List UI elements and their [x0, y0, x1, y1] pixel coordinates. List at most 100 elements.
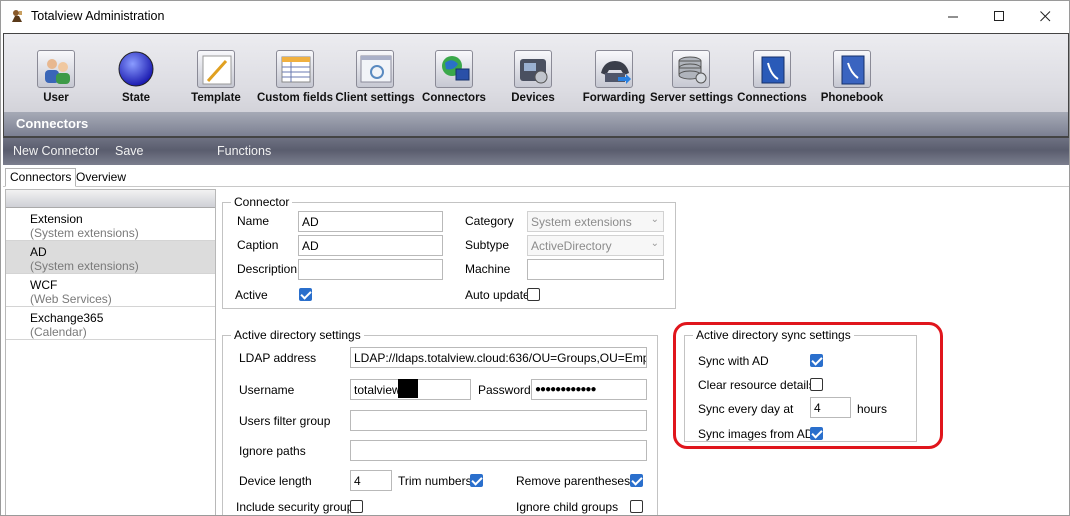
ignore-child-label: Ignore child groups: [516, 500, 619, 514]
connector-name: Extension: [30, 212, 83, 226]
connectors-icon: [435, 50, 473, 88]
server-settings-icon: [672, 50, 710, 88]
toolbar-phonebook-label: Phonebook: [820, 92, 884, 104]
list-header: [6, 190, 215, 208]
subtype-select[interactable]: ActiveDirectory ⌄: [527, 235, 664, 256]
connector-type: (Web Services): [30, 292, 112, 306]
ldap-label: LDAP address: [239, 351, 317, 365]
toolbar-user-label: User: [43, 92, 69, 104]
connector-group-title: Connector: [231, 195, 293, 209]
list-item[interactable]: AD (System extensions): [6, 241, 215, 274]
list-item[interactable]: Exchange365 (Calendar): [6, 307, 215, 340]
toolbar-template-button[interactable]: Template: [186, 48, 246, 110]
tab-overview[interactable]: Overview: [71, 168, 131, 187]
name-field[interactable]: AD: [298, 211, 443, 232]
caption-label: Caption: [237, 238, 279, 252]
new-connector-menu-item[interactable]: New Connector: [13, 144, 99, 158]
toolbar-server-settings-label: Server settings: [650, 92, 734, 104]
toolbar-connectors-button[interactable]: Connectors: [419, 48, 489, 110]
close-button[interactable]: [1022, 1, 1068, 32]
category-select[interactable]: System extensions ⌄: [527, 211, 664, 232]
include-security-label: Include security groups: [236, 500, 360, 514]
toolbar-client-settings-button[interactable]: Client settings: [334, 48, 416, 110]
toolbar-template-label: Template: [191, 92, 241, 104]
category-label: Category: [465, 214, 514, 228]
ignore-paths-label: Ignore paths: [239, 444, 306, 458]
list-item[interactable]: WCF (Web Services): [6, 274, 215, 307]
toolbar-forwarding-label: Forwarding: [582, 92, 646, 104]
ldap-address-field[interactable]: LDAP://ldaps.totalview.cloud:636/OU=Grou…: [350, 347, 647, 368]
toolbar-connections-button[interactable]: Connections: [736, 48, 808, 110]
save-menu-item[interactable]: Save: [115, 144, 144, 158]
toolbar-forwarding-button[interactable]: Forwarding: [580, 48, 648, 110]
connector-type: (System extensions): [30, 226, 139, 240]
menu-bar: New Connector Save Functions: [3, 137, 1069, 165]
device-length-label: Device length: [239, 474, 312, 488]
trim-numbers-label: Trim numbers: [398, 474, 472, 488]
toolbar-phonebook-button[interactable]: Phonebook: [816, 48, 888, 110]
name-label: Name: [237, 214, 270, 228]
window-title: Totalview Administration: [31, 9, 165, 23]
caption-field[interactable]: AD: [298, 235, 443, 256]
auto-update-label: Auto update: [465, 288, 530, 302]
phonebook-icon: [833, 50, 871, 88]
connector-name: AD: [30, 245, 47, 259]
connector-name: Exchange365: [30, 311, 104, 325]
custom-fields-icon: [276, 50, 314, 88]
toolbar-connectors-label: Connectors: [422, 92, 486, 104]
connections-icon: [753, 50, 791, 88]
remove-parentheses-checkbox[interactable]: [630, 474, 643, 487]
description-label: Description: [237, 262, 298, 276]
users-filter-label: Users filter group: [239, 414, 331, 428]
toolbar-state-button[interactable]: State: [106, 48, 166, 110]
subtype-value: ActiveDirectory: [531, 239, 612, 253]
maximize-icon: [993, 11, 1004, 21]
app-window: Totalview Administration User State Temp…: [0, 0, 1070, 516]
toolbar-ribbon: User State Template Custom fields Client…: [3, 33, 1069, 137]
template-icon: [197, 50, 235, 88]
active-checkbox[interactable]: [299, 288, 312, 301]
toolbar-custom-fields-button[interactable]: Custom fields: [255, 48, 335, 110]
forwarding-icon: [595, 50, 633, 88]
chevron-down-icon: ⌄: [650, 238, 659, 249]
close-icon: [1039, 11, 1050, 22]
highlight-annotation: [673, 322, 943, 449]
machine-label: Machine: [465, 262, 511, 276]
devices-icon: [514, 50, 552, 88]
description-field[interactable]: [298, 259, 443, 280]
toolbar-user-button[interactable]: User: [26, 48, 86, 110]
toolbar-devices-label: Devices: [511, 92, 555, 104]
list-item[interactable]: Extension (System extensions): [6, 208, 215, 241]
tab-connectors[interactable]: Connectors: [5, 168, 77, 187]
section-title: Connectors: [4, 112, 1068, 136]
device-length-field[interactable]: 4: [350, 470, 392, 491]
toolbar-server-settings-button[interactable]: Server settings: [650, 48, 734, 110]
machine-field[interactable]: [527, 259, 664, 280]
toolbar-client-settings-label: Client settings: [335, 92, 415, 104]
chevron-down-icon: ⌄: [650, 214, 659, 225]
client-settings-icon: [356, 50, 394, 88]
include-security-checkbox[interactable]: [350, 500, 363, 513]
maximize-button[interactable]: [976, 1, 1022, 32]
connector-type: (Calendar): [30, 325, 87, 339]
password-label: Password: [478, 383, 531, 397]
ad-settings-group-title: Active directory settings: [231, 328, 364, 342]
auto-update-checkbox[interactable]: [527, 288, 540, 301]
toolbar-devices-button[interactable]: Devices: [502, 48, 564, 110]
toolbar-connections-label: Connections: [737, 92, 807, 104]
minimize-icon: [947, 16, 958, 18]
user-icon: [37, 50, 75, 88]
trim-numbers-checkbox[interactable]: [470, 474, 483, 487]
users-filter-field[interactable]: [350, 410, 647, 431]
functions-menu-item[interactable]: Functions: [217, 144, 271, 158]
toolbar-state-label: State: [121, 92, 151, 104]
connectors-list: Extension (System extensions) AD (System…: [5, 189, 216, 515]
username-label: Username: [239, 383, 295, 397]
subtype-label: Subtype: [465, 238, 510, 252]
ignore-child-checkbox[interactable]: [630, 500, 643, 513]
password-field[interactable]: ●●●●●●●●●●●●: [531, 379, 647, 400]
remove-parentheses-label: Remove parentheses: [516, 474, 631, 488]
title-bar: Totalview Administration: [1, 1, 1069, 32]
minimize-button[interactable]: [930, 1, 976, 32]
ignore-paths-field[interactable]: [350, 440, 647, 461]
